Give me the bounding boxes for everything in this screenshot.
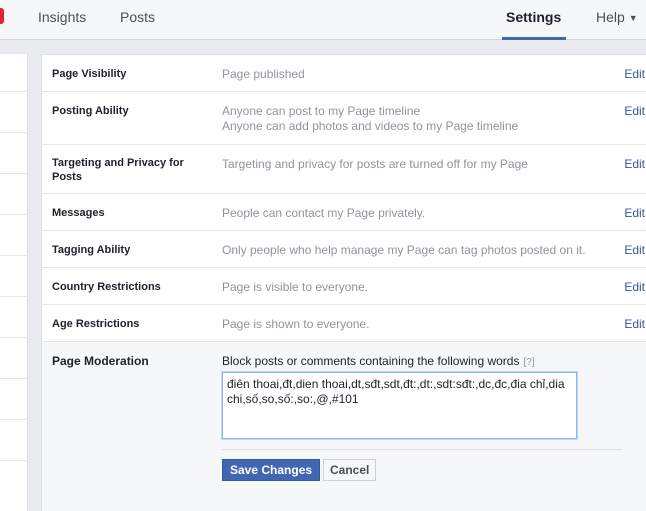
setting-value: People can contact my Page privately. — [222, 206, 426, 220]
setting-label: Messages — [52, 207, 105, 219]
setting-row-targeting-privacy[interactable]: Targeting and Privacy for Posts Targetin… — [42, 145, 646, 194]
setting-row-page-visibility[interactable]: Page Visibility Page published Edit — [42, 55, 646, 92]
blocked-words-textarea[interactable]: điên thoai,đt,dien thoai,dt,sđt,sdt,đt:,… — [222, 372, 577, 439]
setting-label: Page Visibility — [52, 68, 127, 80]
moderation-title: Block posts or comments containing the f… — [222, 354, 535, 368]
setting-value: Page is visible to everyone. — [222, 280, 369, 294]
active-tab-indicator — [502, 37, 566, 40]
left-sidebar — [0, 54, 28, 511]
setting-label: Targeting and Privacy for Posts — [52, 157, 184, 183]
save-changes-button[interactable]: Save Changes — [222, 459, 321, 481]
sidebar-divider — [0, 173, 28, 174]
setting-label: Page Moderation — [52, 354, 149, 368]
moderation-title-text: Block posts or comments containing the f… — [222, 354, 520, 368]
top-nav: Insights Posts Settings Help ▼ — [0, 0, 646, 40]
edit-link[interactable]: Edit — [624, 206, 645, 220]
sidebar-divider — [0, 460, 28, 461]
setting-row-posting-ability[interactable]: Posting Ability Anyone can post to my Pa… — [42, 92, 646, 145]
setting-value: Page published — [222, 67, 305, 81]
edit-link[interactable]: Edit — [624, 280, 645, 294]
setting-value: Page is shown to everyone. — [222, 317, 370, 331]
setting-label: Tagging Ability — [52, 244, 131, 256]
tab-insights[interactable]: Insights — [38, 0, 86, 40]
help-menu[interactable]: Help ▼ — [596, 0, 638, 40]
tab-settings[interactable]: Settings — [506, 0, 561, 40]
setting-value: Targeting and privacy for posts are turn… — [222, 157, 528, 171]
setting-row-tagging-ability[interactable]: Tagging Ability Only people who help man… — [42, 231, 646, 268]
sidebar-divider — [0, 337, 28, 338]
setting-row-messages[interactable]: Messages People can contact my Page priv… — [42, 194, 646, 231]
sidebar-divider — [0, 132, 28, 133]
setting-value: Anyone can post to my Page timeline Anyo… — [222, 104, 612, 134]
edit-link[interactable]: Edit — [624, 157, 645, 171]
cancel-button[interactable]: Cancel — [323, 459, 377, 481]
edit-link[interactable]: Edit — [624, 243, 645, 257]
sidebar-divider — [0, 255, 28, 256]
setting-value: Only people who help manage my Page can … — [222, 243, 586, 257]
general-settings-panel: Page Visibility Page published Edit Post… — [41, 54, 646, 511]
help-label: Help — [596, 9, 625, 25]
edit-link[interactable]: Edit — [624, 67, 645, 81]
chevron-down-icon: ▼ — [628, 13, 638, 23]
sidebar-divider — [0, 296, 28, 297]
setting-value-line: Anyone can post to my Page timeline — [222, 104, 421, 118]
moderation-divider — [222, 449, 622, 450]
setting-label: Age Restrictions — [52, 318, 140, 330]
sidebar-divider — [0, 91, 28, 92]
setting-value-line: Anyone can add photos and videos to my P… — [222, 119, 519, 133]
setting-label: Country Restrictions — [52, 281, 161, 293]
notification-badge-edge — [0, 8, 4, 24]
setting-row-age-restrictions[interactable]: Age Restrictions Page is shown to everyo… — [42, 305, 646, 342]
setting-label: Posting Ability — [52, 105, 129, 117]
sidebar-divider — [0, 419, 28, 420]
help-link[interactable]: [?] — [523, 357, 534, 368]
setting-row-country-restrictions[interactable]: Country Restrictions Page is visible to … — [42, 268, 646, 305]
sidebar-divider — [0, 378, 28, 379]
sidebar-divider — [0, 214, 28, 215]
edit-link[interactable]: Edit — [624, 104, 645, 118]
edit-link[interactable]: Edit — [624, 317, 645, 331]
tab-posts[interactable]: Posts — [120, 0, 155, 40]
setting-row-page-moderation: Page Moderation Block posts or comments … — [42, 342, 646, 511]
